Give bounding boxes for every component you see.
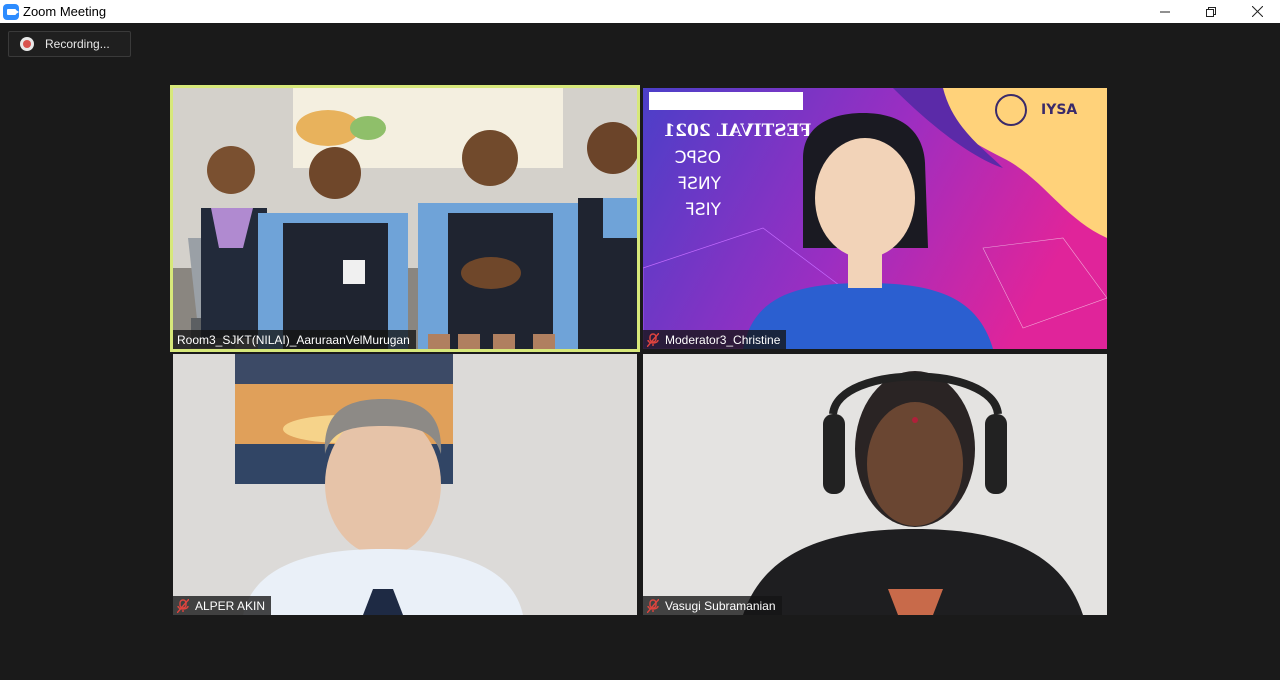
participant-video [643, 354, 1107, 615]
video-tile-vasugi-subramanian[interactable]: Vasugi Subramanian [643, 354, 1107, 615]
participant-name-tag: Vasugi Subramanian [643, 596, 782, 615]
participant-video [173, 354, 637, 615]
muted-microphone-icon [647, 332, 659, 347]
restore-button[interactable] [1188, 0, 1234, 23]
muted-microphone-icon [647, 598, 659, 613]
minimize-button[interactable] [1142, 0, 1188, 23]
banner-line-3: YISF [685, 200, 722, 220]
participant-name: Moderator3_Christine [665, 332, 781, 347]
participant-name: ALPER AKIN [195, 598, 266, 613]
recording-label: Recording... [45, 37, 110, 51]
recording-icon [20, 37, 34, 51]
banner-line-1: OSPC [675, 148, 721, 168]
recording-indicator[interactable]: Recording... [8, 31, 131, 57]
participant-video: IYSA FESTIVAL 2021 OSPC YNSF YISF IYSA [643, 88, 1107, 349]
participant-video [173, 88, 637, 349]
participant-name-tag: ALPER AKIN [173, 596, 272, 615]
close-icon [1251, 6, 1263, 17]
participant-name: Room3_SJKT(NILAI)_AaruraanVelMurugan [177, 332, 410, 347]
participant-name-tag: Room3_SJKT(NILAI)_AaruraanVelMurugan [173, 330, 416, 349]
meeting-stage: Recording... Room3_SJKT(NILAI)_AaruraanV… [0, 23, 1280, 680]
video-tile-alper-akin[interactable]: ALPER AKIN [173, 354, 637, 615]
participant-name-tag: Moderator3_Christine [643, 330, 787, 349]
muted-microphone-icon [177, 598, 189, 613]
video-tile-moderator[interactable]: IYSA FESTIVAL 2021 OSPC YNSF YISF IYSA M… [643, 88, 1107, 349]
minimize-icon [1160, 11, 1170, 12]
banner-line-2: YNSF [677, 174, 722, 194]
banner-logo-text: IYSA [1041, 102, 1077, 118]
participant-name: Vasugi Subramanian [665, 598, 776, 613]
window-title: Zoom Meeting [23, 4, 107, 19]
close-button[interactable] [1234, 0, 1280, 23]
restore-icon [1206, 6, 1216, 17]
title-bar: Zoom Meeting [0, 0, 1280, 23]
zoom-app-icon [3, 3, 19, 20]
video-tile-room3[interactable]: Room3_SJKT(NILAI)_AaruraanVelMurugan [170, 85, 640, 352]
window-controls [1142, 0, 1280, 23]
